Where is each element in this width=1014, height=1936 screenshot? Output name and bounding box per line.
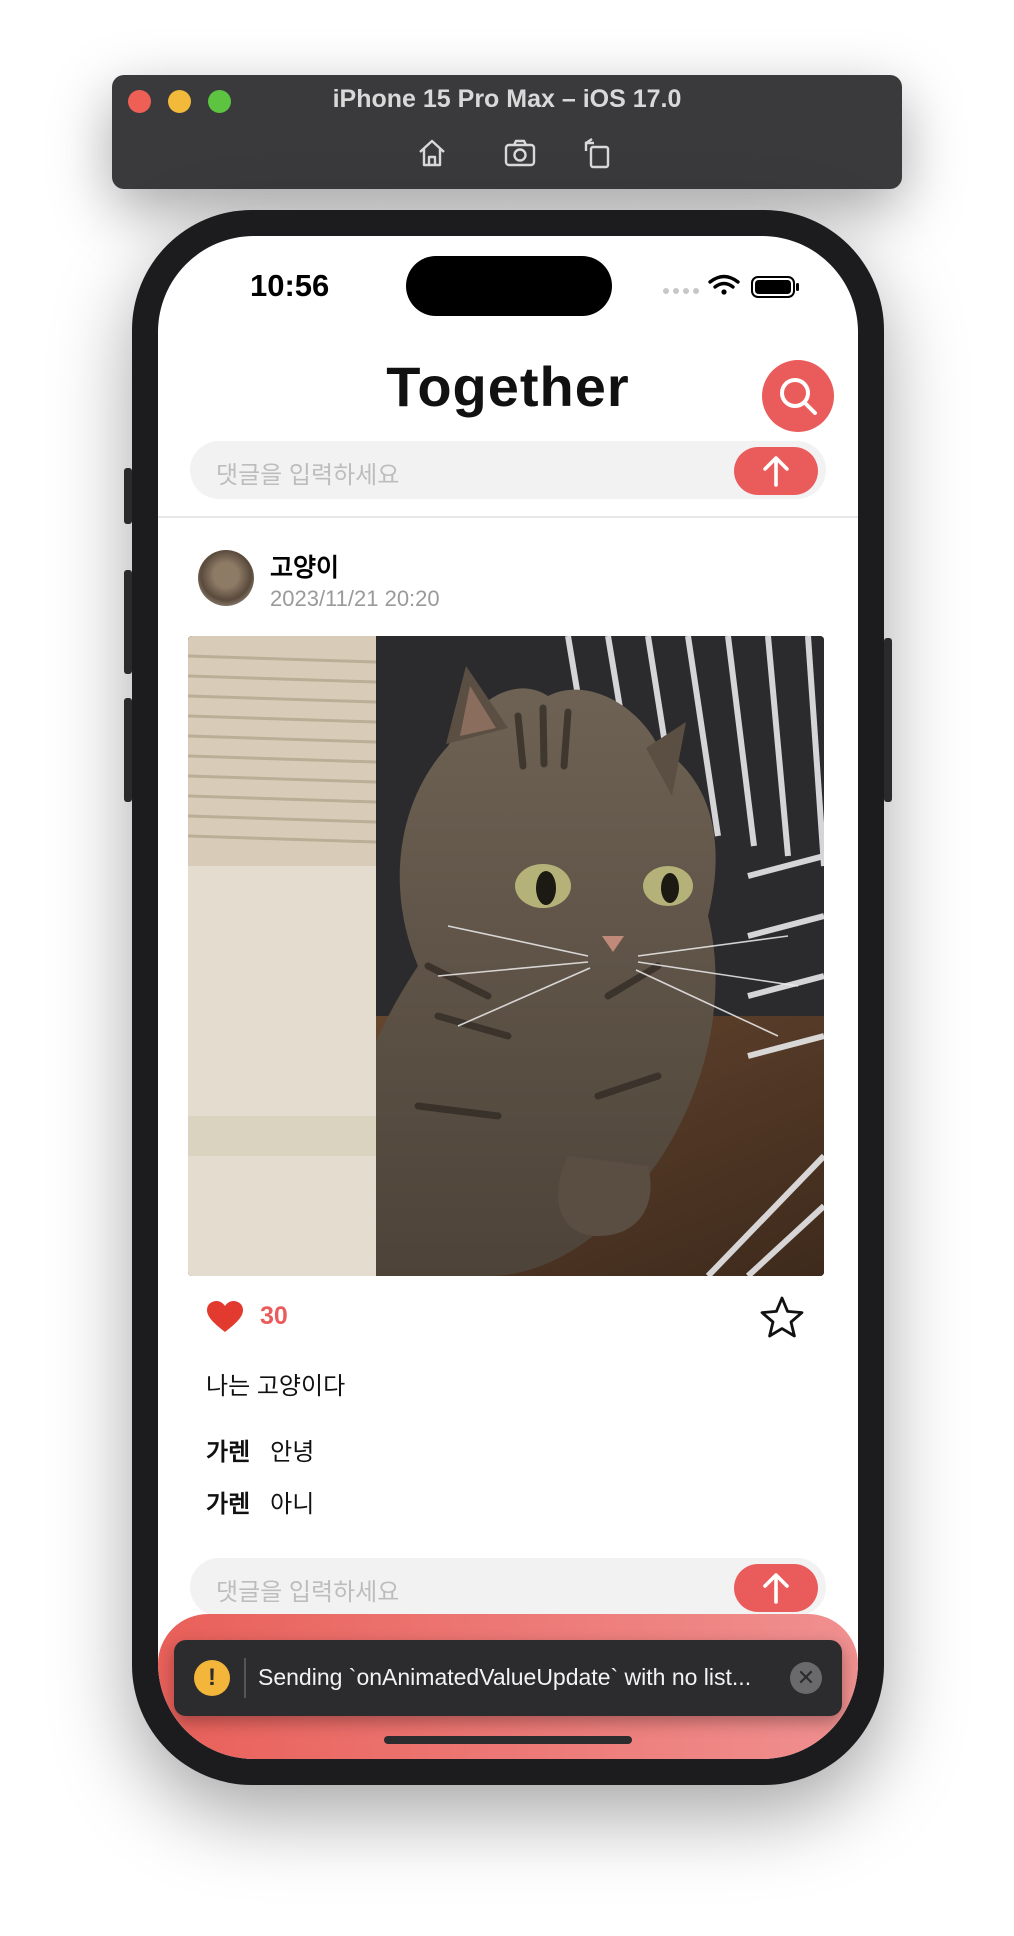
post-caption: 나는 고양이다 <box>206 1373 346 1400</box>
search-icon <box>780 378 817 415</box>
comment-user[interactable]: 가렌 <box>206 1491 250 1518</box>
app-header: Together <box>158 316 858 446</box>
status-icons <box>662 272 802 302</box>
author-name[interactable]: 고양이 <box>270 548 339 584</box>
comment-placeholder: 댓글을 입력하세요 <box>216 462 400 489</box>
post-photo[interactable] <box>188 636 824 1276</box>
battery-icon <box>751 276 799 298</box>
bookmark-star-icon[interactable] <box>760 1296 804 1338</box>
comment-input[interactable]: 댓글을 입력하세요 <box>190 1558 826 1616</box>
send-comment-button[interactable] <box>734 1564 818 1612</box>
warning-icon: ! <box>194 1660 230 1696</box>
wifi-icon <box>708 274 740 295</box>
toast-separator <box>244 1658 246 1698</box>
search-button[interactable] <box>762 360 834 432</box>
comment-text: 아니 <box>270 1491 315 1518</box>
comment-item: 가렌 안녕 <box>206 1432 314 1467</box>
arrow-up-icon <box>763 1573 789 1604</box>
post-date: 2023/11/21 20:20 <box>270 586 440 611</box>
app-title: Together <box>386 355 630 418</box>
close-icon[interactable]: ✕ <box>790 1662 822 1694</box>
app-screen: 10:56 Together 댓글을 입력하세요 고양이 2023/11/21 … <box>158 236 858 1759</box>
power-button <box>884 638 892 802</box>
screenshot-icon[interactable] <box>502 135 538 171</box>
author-avatar[interactable] <box>198 550 254 606</box>
status-time: 10:56 <box>250 268 330 303</box>
volume-down-button <box>124 698 132 802</box>
rotate-icon[interactable] <box>580 135 616 171</box>
comment-user[interactable]: 가렌 <box>206 1439 250 1466</box>
iphone-frame: 10:56 Together 댓글을 입력하세요 고양이 2023/11/21 … <box>124 210 892 1785</box>
volume-up-button <box>124 570 132 674</box>
post-divider <box>158 516 858 518</box>
comment-input-previous[interactable]: 댓글을 입력하세요 <box>190 441 826 499</box>
simulator-toolbar: iPhone 15 Pro Max – iOS 17.0 <box>112 75 902 189</box>
home-indicator[interactable] <box>384 1736 632 1744</box>
arrow-up-icon <box>763 456 789 487</box>
cellular-signal-icon <box>663 288 699 294</box>
heart-icon[interactable] <box>206 1300 244 1334</box>
send-comment-button[interactable] <box>734 447 818 495</box>
warning-toast[interactable]: ! Sending `onAnimatedValueUpdate` with n… <box>174 1640 842 1716</box>
home-icon[interactable] <box>414 135 450 171</box>
like-count: 30 <box>260 1302 288 1330</box>
comment-item: 가렌 아니 <box>206 1484 314 1519</box>
comment-placeholder: 댓글을 입력하세요 <box>216 1579 400 1606</box>
simulator-title: iPhone 15 Pro Max – iOS 17.0 <box>332 85 682 113</box>
dynamic-island <box>406 256 612 316</box>
comment-text: 안녕 <box>270 1439 315 1466</box>
toast-message: Sending `onAnimatedValueUpdate` with no … <box>258 1664 752 1690</box>
action-button <box>124 468 132 524</box>
